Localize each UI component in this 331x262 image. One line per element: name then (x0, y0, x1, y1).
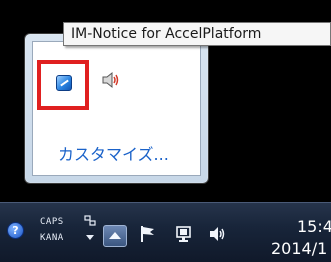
tooltip-text: IM-Notice for AccelPlatform (71, 26, 262, 42)
im-notice-icon[interactable] (56, 75, 72, 91)
ime-kana-indicator[interactable]: KANA (40, 233, 64, 243)
tooltip: IM-Notice for AccelPlatform (63, 22, 331, 46)
ime-menu-arrow-icon[interactable] (86, 235, 94, 240)
selection-highlight (37, 60, 89, 110)
ime-caps-indicator[interactable]: CAPS (40, 217, 64, 227)
network-icon[interactable] (174, 224, 194, 244)
customize-link[interactable]: カスタマイズ... (58, 141, 169, 165)
speaker-icon[interactable] (101, 71, 121, 89)
show-hidden-icons-button[interactable] (103, 225, 127, 247)
clock-date[interactable]: 2014/1 (271, 239, 327, 258)
tray-overflow-popup: カスタマイズ... (24, 33, 209, 184)
volume-icon[interactable] (208, 224, 228, 244)
taskbar: ? CAPS KANA 15:4 2014/1 (0, 202, 331, 262)
ime-tool-icon[interactable] (84, 215, 96, 227)
action-center-flag-icon[interactable] (138, 224, 158, 244)
tray-overflow-panel: カスタマイズ... (32, 41, 201, 176)
clock-time[interactable]: 15:4 (297, 217, 331, 236)
help-icon[interactable]: ? (7, 222, 24, 239)
